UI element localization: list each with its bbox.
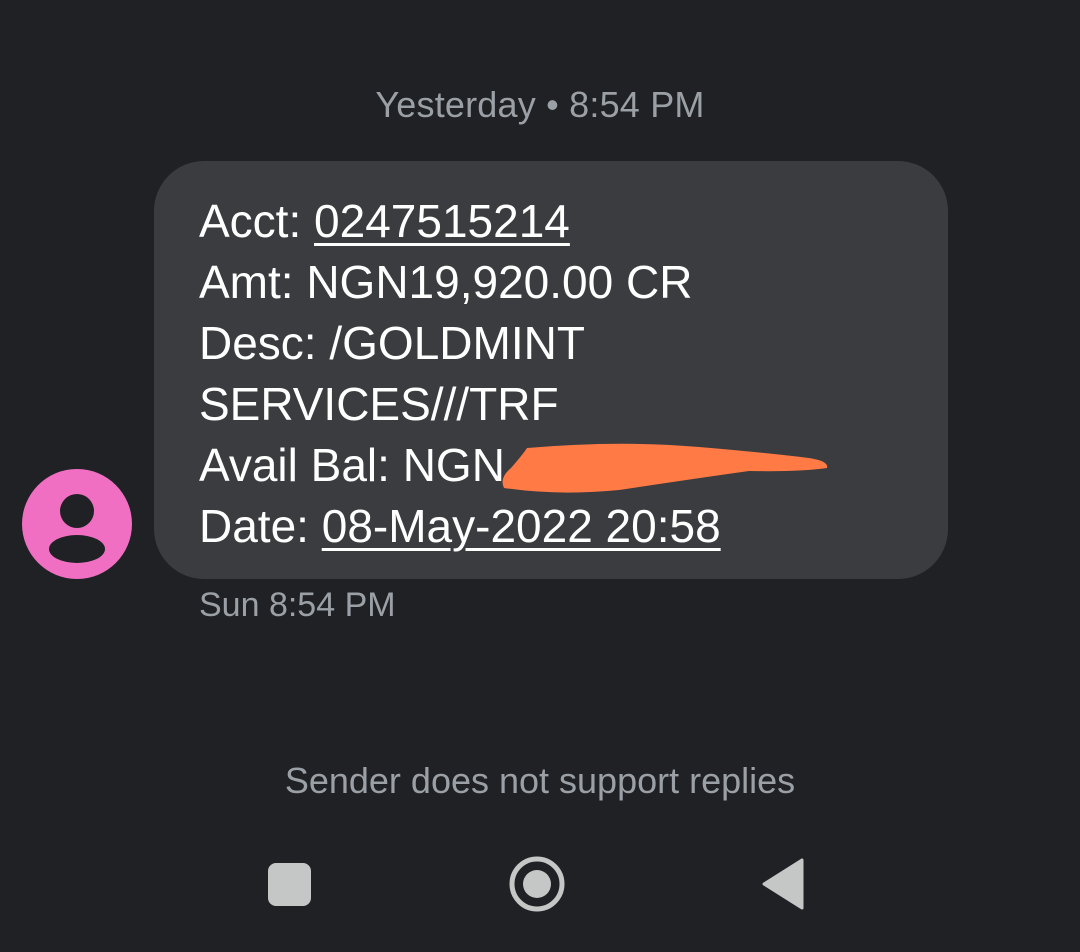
message-bubble[interactable]: Acct: 0247515214 Amt: NGN19,920.00 CR De…	[154, 161, 948, 579]
home-circle-icon[interactable]	[508, 855, 566, 913]
reply-unsupported-notice: Sender does not support replies	[284, 760, 796, 801]
balance-line: Avail Bal: NGN	[199, 435, 908, 496]
date-label: Date:	[199, 500, 322, 552]
balance-label: Avail Bal: NGN	[199, 439, 505, 491]
acct-number-link[interactable]: 0247515214	[314, 195, 570, 247]
date-value-link[interactable]: 08-May-2022 20:58	[322, 500, 721, 552]
date-line: Date: 08-May-2022 20:58	[199, 496, 908, 557]
redaction-scribble	[502, 443, 828, 493]
person-icon	[49, 494, 105, 563]
desc-line-2: SERVICES///TRF	[199, 378, 559, 430]
recents-square-icon[interactable]	[268, 863, 311, 906]
date-divider: Yesterday • 8:54 PM	[375, 84, 705, 125]
acct-line: Acct: 0247515214	[199, 191, 908, 252]
sender-avatar[interactable]	[22, 469, 132, 579]
desc-line-1: Desc: /GOLDMINT	[199, 317, 585, 369]
amount-line: Amt: NGN19,920.00 CR	[199, 256, 693, 308]
navigation-bar	[0, 850, 1080, 920]
message-timestamp: Sun 8:54 PM	[199, 586, 396, 624]
back-triangle-icon[interactable]	[762, 858, 804, 910]
acct-label: Acct:	[199, 195, 315, 247]
